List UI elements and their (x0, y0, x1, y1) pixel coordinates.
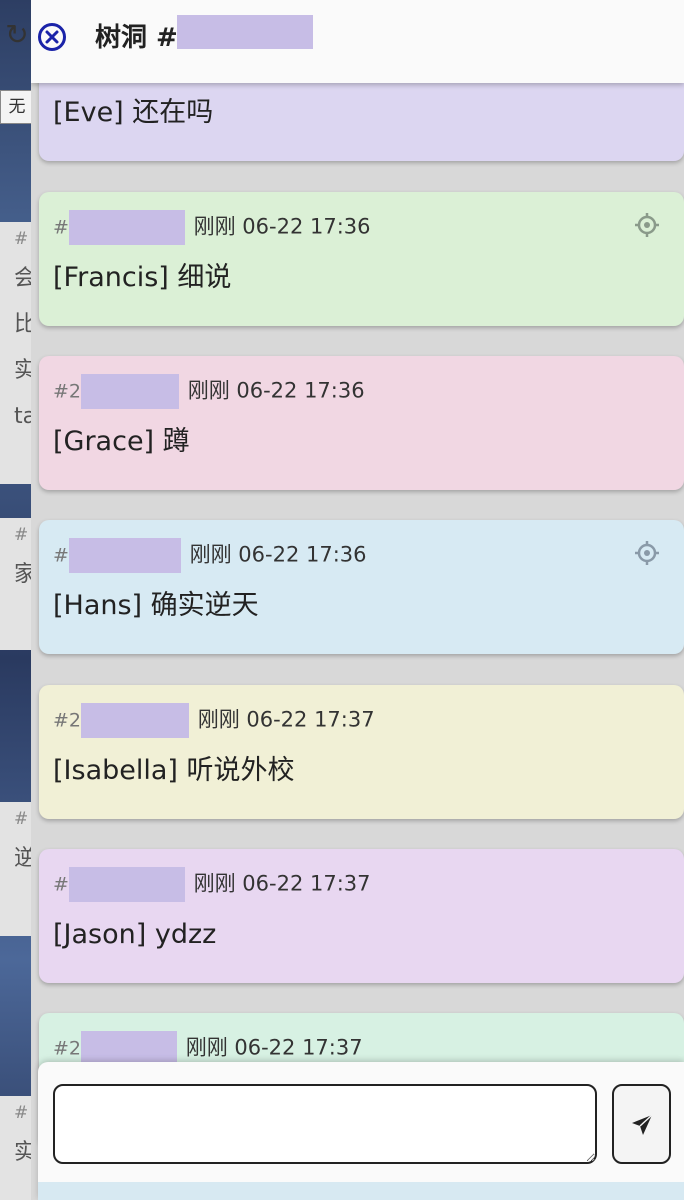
message-id: # (53, 544, 69, 567)
send-icon (632, 1114, 653, 1135)
redacted-id (81, 1031, 178, 1066)
redacted-id (81, 374, 180, 409)
message-meta: #2 刚刚 06-22 17:37 (53, 703, 375, 738)
message-id: #2 (53, 1037, 82, 1060)
reply-input[interactable] (53, 1084, 597, 1164)
message-text: [Francis] 细说 (53, 262, 232, 293)
message-meta: # 刚刚 06-22 17:36 (53, 538, 367, 573)
message-text: [Jason] ydzz (53, 919, 217, 950)
message-time: 刚刚 06-22 17:37 (185, 1035, 363, 1060)
message-time: 刚刚 06-22 17:36 (193, 214, 371, 239)
message-text: [Grace] 蹲 (53, 426, 190, 457)
message-meta: # 刚刚 06-22 17:36 (53, 210, 371, 245)
message-id: #2 (53, 709, 82, 732)
page-title: 树洞 # (95, 23, 178, 53)
message-id: # (53, 873, 69, 896)
message-card[interactable]: #2 刚刚 06-22 17:37 [Isabella] 听说外校 (39, 685, 684, 819)
message-card[interactable]: # 刚刚 06-22 17:36 [Francis] 细说 (39, 192, 684, 326)
reply-composer (38, 1062, 684, 1200)
close-circle-icon[interactable] (37, 22, 67, 52)
redacted-id (68, 210, 185, 245)
filter-box[interactable]: 无 (0, 90, 34, 124)
message-time: 刚刚 06-22 17:36 (189, 542, 367, 567)
send-button[interactable] (612, 1084, 671, 1164)
redacted-id (68, 867, 185, 902)
message-card[interactable]: # 刚刚 06-22 17:36 [Hans] 确实逆天 (39, 520, 684, 654)
message-card[interactable]: #2 刚刚 06-22 17:36 [Grace] 蹲 (39, 356, 684, 490)
message-time: 刚刚 06-22 17:36 (187, 378, 365, 403)
message-meta: # 刚刚 06-22 17:37 (53, 867, 371, 902)
message-time: 刚刚 06-22 17:37 (197, 707, 375, 732)
locate-icon[interactable] (634, 212, 660, 238)
message-meta: #2 刚刚 06-22 17:37 (53, 1031, 363, 1066)
refresh-icon[interactable]: ↻ (2, 20, 32, 50)
message-time: 刚刚 06-22 17:37 (193, 871, 371, 896)
thread-panel: 树洞 # [Eve] 还在吗 # 刚刚 06-22 17:36 [Francis… (31, 0, 684, 1200)
message-text: [Eve] 还在吗 (53, 97, 214, 128)
redacted-thread-id (177, 15, 313, 49)
message-text: [Isabella] 听说外校 (53, 755, 295, 786)
redacted-id (81, 703, 190, 738)
panel-header: 树洞 # (31, 0, 684, 83)
message-card[interactable]: # 刚刚 06-22 17:37 [Jason] ydzz (39, 849, 684, 983)
message-meta: #2 刚刚 06-22 17:36 (53, 374, 365, 409)
locate-icon[interactable] (634, 540, 660, 566)
redacted-id (68, 538, 181, 573)
message-text: [Hans] 确实逆天 (53, 590, 259, 621)
message-id: #2 (53, 380, 82, 403)
message-id: # (53, 216, 69, 239)
message-card-peek (38, 1182, 684, 1200)
